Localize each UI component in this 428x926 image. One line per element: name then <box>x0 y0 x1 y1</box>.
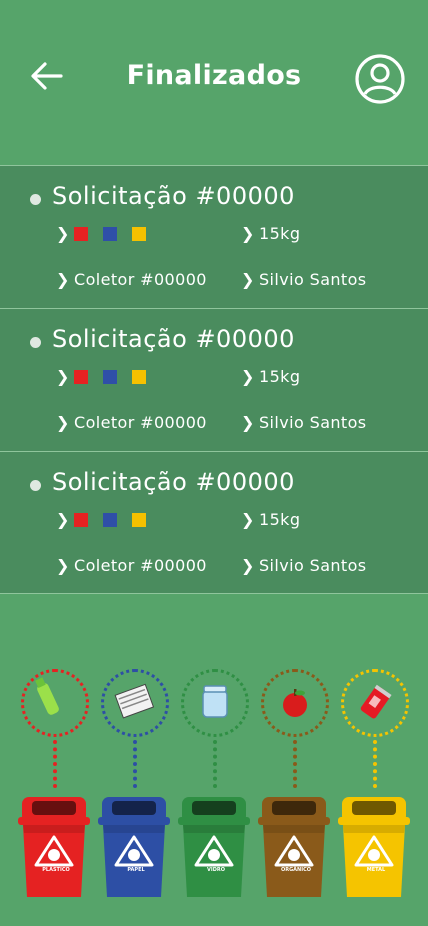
chevron-right-icon: ❯ <box>241 510 255 529</box>
recycling-bin-group: VIDRO <box>176 665 256 900</box>
header: Finalizados <box>0 0 428 165</box>
chevron-right-icon: ❯ <box>241 270 255 289</box>
weight-row: ❯ 15kg <box>241 510 300 529</box>
chevron-right-icon: ❯ <box>56 556 70 575</box>
collector-row: ❯ Coletor #00000 <box>56 556 207 575</box>
bin-label: METAL <box>366 867 386 873</box>
recycling-bin-group: METAL <box>336 665 416 900</box>
weight-row: ❯ 15kg <box>241 224 300 243</box>
glass-jar-icon <box>202 685 228 718</box>
request-title: Solicitação #00000 <box>52 182 295 210</box>
chevron-right-icon: ❯ <box>241 224 255 243</box>
chevron-right-icon: ❯ <box>56 413 70 432</box>
color-swatch <box>74 512 88 527</box>
recycling-bin-icon <box>338 797 410 897</box>
dotted-line <box>373 740 377 788</box>
request-card[interactable]: Solicitação #00000 ❯ ❯ 15kg ❯ Coletor #0… <box>0 165 428 308</box>
recycling-bin-icon <box>258 797 330 897</box>
request-title: Solicitação #00000 <box>52 325 295 353</box>
request-list: Solicitação #00000 ❯ ❯ 15kg ❯ Coletor #0… <box>0 165 428 594</box>
recycling-bins: PLÁSTICO PAPEL VIDRO ORGÂNICO METAL <box>0 665 428 905</box>
material-colors: ❯ <box>56 224 161 243</box>
apple-icon <box>283 689 307 717</box>
dotted-line <box>213 740 217 788</box>
bullet-icon <box>30 480 41 491</box>
color-swatch <box>132 369 146 384</box>
color-swatch <box>74 369 88 384</box>
bullet-icon <box>30 337 41 348</box>
dotted-line <box>293 740 297 788</box>
collector-row: ❯ Coletor #00000 <box>56 413 207 432</box>
chevron-right-icon: ❯ <box>241 367 255 386</box>
chevron-right-icon: ❯ <box>56 367 70 386</box>
weight-value: 15kg <box>259 510 301 529</box>
chevron-right-icon: ❯ <box>56 270 70 289</box>
weight-row: ❯ 15kg <box>241 367 300 386</box>
chevron-right-icon: ❯ <box>241 413 255 432</box>
dotted-circle <box>21 669 89 737</box>
recycling-bin-group: ORGÂNICO <box>256 665 336 900</box>
collector-row: ❯ Coletor #00000 <box>56 270 207 289</box>
dotted-circle <box>341 669 409 737</box>
request-title: Solicitação #00000 <box>52 468 295 496</box>
collector-name-row: ❯ Silvio Santos <box>241 270 367 289</box>
paper-icon <box>114 683 155 719</box>
color-swatch <box>103 512 117 527</box>
dotted-circle <box>101 669 169 737</box>
collector-name: Silvio Santos <box>259 270 367 289</box>
dotted-circle <box>261 669 329 737</box>
dotted-line <box>53 740 57 788</box>
recycling-bin-group: PAPEL <box>96 665 176 900</box>
color-swatch <box>132 512 146 527</box>
recycling-bin-icon <box>98 797 170 897</box>
recycling-bin-icon <box>178 797 250 897</box>
request-card[interactable]: Solicitação #00000 ❯ ❯ 15kg ❯ Coletor #0… <box>0 308 428 451</box>
recycling-bin-group: PLÁSTICO <box>16 665 96 900</box>
collector-name: Silvio Santos <box>259 556 367 575</box>
material-colors: ❯ <box>56 510 161 529</box>
bin-label: PLÁSTICO <box>42 867 70 873</box>
bin-label: VIDRO <box>207 867 225 873</box>
collector-name-row: ❯ Silvio Santos <box>241 413 367 432</box>
weight-value: 15kg <box>259 367 301 386</box>
dotted-circle <box>181 669 249 737</box>
collector-id: Coletor #00000 <box>74 413 207 432</box>
bullet-icon <box>30 194 41 205</box>
dotted-line <box>133 740 137 788</box>
material-colors: ❯ <box>56 367 161 386</box>
collector-name-row: ❯ Silvio Santos <box>241 556 367 575</box>
bin-label: ORGÂNICO <box>280 867 312 873</box>
collector-id: Coletor #00000 <box>74 270 207 289</box>
profile-icon[interactable] <box>354 53 406 105</box>
chevron-right-icon: ❯ <box>56 224 70 243</box>
collector-name: Silvio Santos <box>259 413 367 432</box>
plastic-bottle-icon <box>35 677 59 715</box>
color-swatch <box>103 226 117 241</box>
collector-id: Coletor #00000 <box>74 556 207 575</box>
color-swatch <box>74 226 88 241</box>
chevron-right-icon: ❯ <box>56 510 70 529</box>
request-card[interactable]: Solicitação #00000 ❯ ❯ 15kg ❯ Coletor #0… <box>0 451 428 594</box>
color-swatch <box>103 369 117 384</box>
bin-label: PAPEL <box>127 867 145 873</box>
chevron-right-icon: ❯ <box>241 556 255 575</box>
recycling-bin-icon <box>18 797 90 897</box>
weight-value: 15kg <box>259 224 301 243</box>
color-swatch <box>132 226 146 241</box>
can-icon <box>360 684 392 719</box>
